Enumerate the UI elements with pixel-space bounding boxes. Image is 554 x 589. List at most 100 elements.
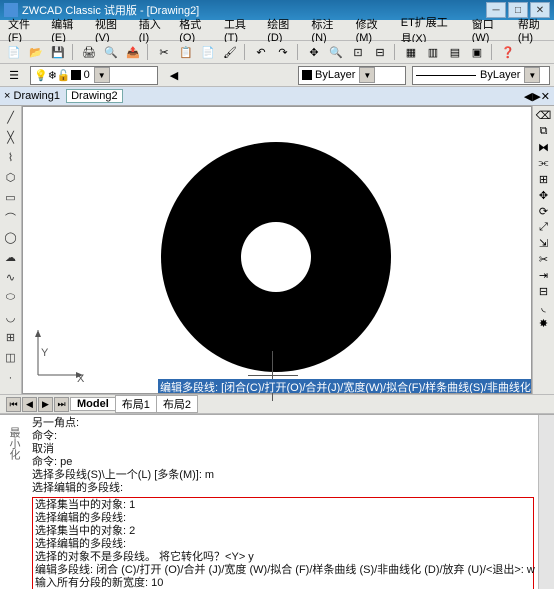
tpalette-icon[interactable]: ▤ [445,42,465,62]
redo-icon[interactable]: ↷ [273,42,293,62]
xline-icon[interactable]: ╳ [2,129,19,146]
cmd-line: 选择编辑的多段线: [35,512,531,525]
cmd-scrollbar[interactable] [538,415,554,589]
menu-item[interactable]: 绘图(D) [263,15,299,45]
donut-shape [161,142,391,372]
circle-icon[interactable]: ◯ [2,229,19,246]
mirror-icon[interactable]: ⧓ [538,141,549,154]
inline-prompt: 编辑多段线: [闭合(C)/打开(O)/合并(J)/宽度(W)/拟合(F)/样条… [158,379,531,393]
undo-icon[interactable]: ↶ [251,42,271,62]
polygon-icon[interactable]: ⬡ [2,169,19,186]
open-icon[interactable]: 📂 [26,42,46,62]
tab-nav-left-icon[interactable]: ◀ [524,90,532,103]
spline-icon[interactable]: ∿ [2,269,19,286]
line-icon[interactable]: ╱ [2,109,19,126]
ellipsearc-icon[interactable]: ◡ [2,309,19,326]
tab-prev-icon[interactable]: ◀ [22,397,37,412]
layer-manager-icon[interactable]: ☰ [4,65,24,85]
zoom-win-icon[interactable]: ⊡ [348,42,368,62]
new-icon[interactable]: 📄 [4,42,24,62]
tab-drawing2[interactable]: Drawing2 [66,89,122,103]
paste-icon[interactable]: 📄 [198,42,218,62]
copy-icon[interactable]: 📋 [176,42,196,62]
menu-item[interactable]: 帮助(H) [514,15,550,45]
layer-color-swatch [71,70,81,80]
tab-first-icon[interactable]: ⏮ [6,397,21,412]
trim-icon[interactable]: ✂ [539,253,548,266]
draw-toolbar: ╱ ╳ ⌇ ⬡ ▭ ⌒ ◯ ☁ ∿ ⬭ ◡ ⊞ ◫ · [0,106,22,394]
menu-item[interactable]: 视图(V) [91,15,127,45]
menu-item[interactable]: 文件(F) [4,15,39,45]
tab-drawing1[interactable]: Drawing1 [14,90,60,102]
fillet-icon[interactable]: ◟ [541,301,545,314]
dcenter-icon[interactable]: ▥ [423,42,443,62]
props-icon[interactable]: ▦ [401,42,421,62]
cmd-line: 选择集当中的对象: 2 [35,525,531,538]
linetype-label: ByLayer [480,69,520,81]
scale-icon[interactable]: ⤢ [539,221,548,234]
cmd-line: 选择编辑的多段线: [35,538,531,551]
match-icon[interactable]: 🖌 [220,42,240,62]
preview-icon[interactable]: 🔍 [101,42,121,62]
save-icon[interactable]: 💾 [48,42,68,62]
zoom-rt-icon[interactable]: 🔍 [326,42,346,62]
insert-icon[interactable]: ⊞ [2,329,19,346]
cmd-line: 取消 [32,443,534,456]
offset-icon[interactable]: ⫘ [539,157,549,170]
erase-icon[interactable]: ⌫ [536,109,552,122]
tab-next-icon[interactable]: ▶ [38,397,53,412]
publish-icon[interactable]: 📤 [123,42,143,62]
menu-item[interactable]: 编辑(E) [47,15,83,45]
menu-item[interactable]: 标注(N) [307,15,343,45]
chevron-down-icon[interactable]: ▼ [94,67,110,83]
cmd-highlight-box: 选择集当中的对象: 1选择编辑的多段线:选择集当中的对象: 2选择编辑的多段线:… [32,497,534,589]
calc-icon[interactable]: ▣ [467,42,487,62]
menu-item[interactable]: 修改(M) [352,15,389,45]
chevron-down-icon[interactable]: ▼ [359,67,375,83]
linetype-dropdown[interactable]: ByLayer ▼ [412,66,550,85]
cmd-line: 编辑多段线: 闭合 (C)/打开 (O)/合并 (J)/宽度 (W)/拟合 (F… [35,564,531,577]
copy2-icon[interactable]: ⧉ [540,125,548,138]
extend-icon[interactable]: ⇥ [539,269,548,282]
ellipse-icon[interactable]: ⬭ [2,289,19,306]
model-tab[interactable]: Model [70,397,116,411]
tab-nav-right-icon[interactable]: ▶ [532,90,540,103]
break-icon[interactable]: ⊟ [539,285,548,298]
doc-tabs: × Drawing1 Drawing2 ◀ ▶ ✕ [0,87,554,106]
layer-dropdown[interactable]: 💡 ❄ 🔓 0 ▼ [30,66,158,85]
layout1-tab[interactable]: 布局1 [115,395,157,413]
zoom-prev-icon[interactable]: ⊟ [370,42,390,62]
drawing-canvas[interactable]: Y X 编辑多段线: [闭合(C)/打开(O)/合并(J)/宽度(W)/拟合(F… [22,106,532,394]
stretch-icon[interactable]: ⇲ [539,237,548,250]
rotate-icon[interactable]: ⟳ [539,205,548,218]
block-icon[interactable]: ◫ [2,349,19,366]
print-icon[interactable]: 🖨 [79,42,99,62]
pan-icon[interactable]: ✥ [304,42,324,62]
menu-item[interactable]: 格式(O) [175,15,212,45]
menu-item[interactable]: 工具(T) [220,15,255,45]
cut-icon[interactable]: ✂ [154,42,174,62]
menu-item[interactable]: 窗口(W) [468,15,506,45]
arc-icon[interactable]: ⌒ [2,209,19,226]
array-icon[interactable]: ⊞ [539,173,548,186]
tab-last-icon[interactable]: ⏭ [54,397,69,412]
command-text[interactable]: 另一角点:命令:取消命令: pe选择多段线(S)\上一个(L) [多条(M)]:… [28,415,538,589]
tab-close-icon[interactable]: × [4,90,10,102]
point-icon[interactable]: · [2,369,19,386]
rect-icon[interactable]: ▭ [2,189,19,206]
chevron-down-icon[interactable]: ▼ [524,67,540,83]
layout2-tab[interactable]: 布局2 [156,395,198,413]
menu-item[interactable]: 插入(I) [135,15,168,45]
layer-prev-icon[interactable]: ◀ [164,65,184,85]
revcloud-icon[interactable]: ☁ [2,249,19,266]
help-icon[interactable]: ❓ [498,42,518,62]
cmd-line: 命令: [32,430,534,443]
color-dropdown[interactable]: ByLayer ▼ [298,66,406,85]
move-icon[interactable]: ✥ [539,189,548,202]
linetype-preview [416,75,476,76]
pline-icon[interactable]: ⌇ [2,149,19,166]
modify-toolbar: ⌫ ⧉ ⧓ ⫘ ⊞ ✥ ⟳ ⤢ ⇲ ✂ ⇥ ⊟ ◟ ✸ [532,106,554,394]
tab-close2-icon[interactable]: ✕ [541,90,550,103]
explode-icon[interactable]: ✸ [539,317,548,330]
cmd-line: 命令: pe [32,456,534,469]
